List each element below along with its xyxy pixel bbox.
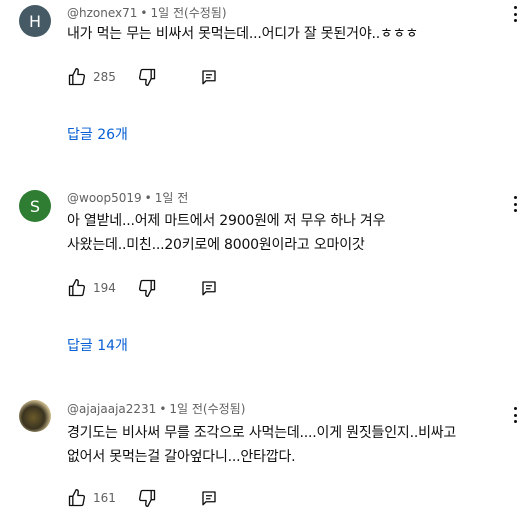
comment-text: 내가 먹는 무는 비싸서 못먹는데...어디가 잘 못된거야..ㅎㅎㅎ (67, 22, 507, 46)
reply-icon[interactable] (199, 488, 219, 508)
author-name[interactable]: @woop5019 (67, 191, 142, 205)
avatar[interactable] (19, 400, 51, 432)
like-count: 194 (93, 281, 116, 295)
avatar[interactable]: H (19, 5, 51, 37)
timestamp[interactable]: 1일 전(수정됨) (150, 6, 226, 20)
timestamp[interactable]: 1일 전(수정됨) (169, 402, 245, 416)
comment-text-line: 없어서 못먹는걸 갈아엎다니...안타깝다. (67, 449, 296, 465)
comment-meta: @ajajaaja2231 • 1일 전(수정됨) (67, 400, 245, 417)
author-name[interactable]: @ajajaaja2231 (67, 402, 156, 416)
like-count: 161 (93, 491, 116, 505)
comment-actions: 161 (67, 486, 219, 510)
comment-meta: @woop5019 • 1일 전 (67, 189, 188, 206)
timestamp[interactable]: 1일 전 (155, 191, 189, 205)
comment-actions: 194 (67, 276, 219, 300)
author-name[interactable]: @hzonex71 (67, 6, 137, 20)
comment-text-line: 아 열받네...어제 마트에서 2900원에 저 무우 하나 겨우 (67, 213, 386, 229)
thumbs-down-icon[interactable] (137, 278, 157, 298)
more-vert-icon[interactable] (510, 194, 520, 214)
thumbs-down-icon[interactable] (137, 488, 157, 508)
thumbs-up-icon[interactable] (67, 278, 87, 298)
avatar[interactable]: S (19, 190, 51, 222)
comment-text-line: 내가 먹는 무는 비싸서 못먹는데...어디가 잘 못된거야..ㅎㅎㅎ (67, 26, 419, 42)
comment-meta: @hzonex71 • 1일 전(수정됨) (67, 4, 227, 21)
view-replies-link[interactable]: 답글 26개 (67, 124, 128, 144)
comment-text: 아 열받네...어제 마트에서 2900원에 저 무우 하나 겨우 사왔는데..… (67, 209, 507, 257)
comment-text-line: 사왔는데..미친...20키로에 8000원이라고 오마이갓 (67, 237, 365, 253)
comment-text-line: 경기도는 비사써 무를 조각으로 사먹는데....이게 뭔짓들인지..비싸고 (67, 425, 457, 441)
like-count: 285 (93, 70, 116, 84)
view-replies-link[interactable]: 답글 14개 (67, 335, 128, 355)
separator-dot: • (144, 191, 152, 205)
more-vert-icon[interactable] (510, 4, 520, 24)
separator-dot: • (159, 402, 167, 416)
more-vert-icon[interactable] (510, 405, 520, 425)
comment-text: 경기도는 비사써 무를 조각으로 사먹는데....이게 뭔짓들인지..비싸고 없… (67, 421, 507, 469)
thumbs-up-icon[interactable] (67, 67, 87, 87)
thumbs-down-icon[interactable] (137, 67, 157, 87)
reply-icon[interactable] (199, 67, 219, 87)
reply-icon[interactable] (199, 278, 219, 298)
separator-dot: • (140, 6, 148, 20)
comment-actions: 285 (67, 65, 219, 89)
avatar-letter: S (29, 196, 41, 216)
avatar-letter: H (28, 11, 42, 31)
thumbs-up-icon[interactable] (67, 488, 87, 508)
